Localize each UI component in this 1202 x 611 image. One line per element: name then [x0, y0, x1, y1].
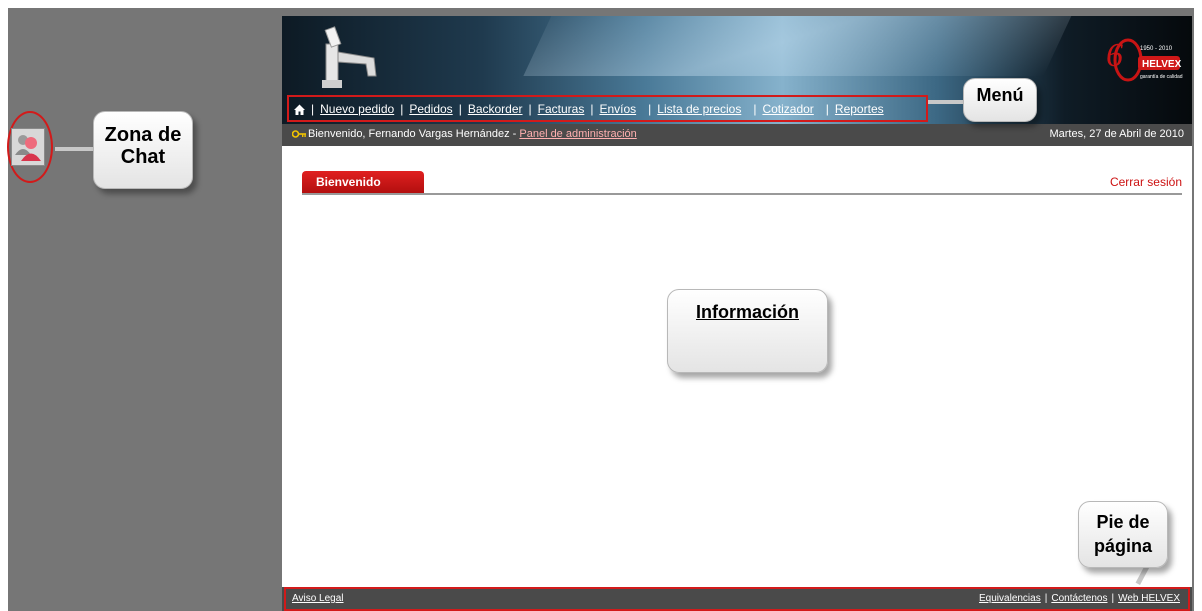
- menu-separator: |: [590, 102, 594, 116]
- tab-divider: [302, 193, 1182, 195]
- callout-pointer: [55, 147, 95, 151]
- menu-item-backorder[interactable]: Backorder: [468, 102, 523, 116]
- menu-item-reportes[interactable]: Reportes: [835, 102, 884, 116]
- header-banner: 6 1950 - 2010 HELVEX garantía de calidad…: [282, 16, 1192, 124]
- faucet-image: [322, 26, 377, 88]
- svg-text:1950 - 2010: 1950 - 2010: [1140, 46, 1173, 52]
- menu-separator: |: [458, 102, 462, 116]
- page-background: Zona de Chat 6 1950 - 2010 HELVEX garant…: [7, 8, 1194, 611]
- callout-menu: Menú: [963, 78, 1037, 122]
- welcome-message: Bienvenido, Fernando Vargas Hernández - …: [308, 128, 637, 140]
- footer-highlight-box: [284, 587, 1190, 611]
- menu-separator: |: [400, 102, 404, 116]
- callout-information: Información: [667, 289, 828, 373]
- tab-bienvenido[interactable]: Bienvenido: [302, 171, 424, 193]
- menu-item-nuevo-pedido[interactable]: Nuevo pedido: [320, 102, 394, 116]
- svg-text:garantía de calidad: garantía de calidad: [1140, 74, 1183, 80]
- svg-text:HELVEX: HELVEX: [1142, 59, 1182, 70]
- menu-item-pedidos[interactable]: Pedidos: [409, 102, 452, 116]
- home-icon[interactable]: [294, 104, 305, 115]
- main-menu: | Nuevo pedido | Pedidos | Backorder | F…: [294, 100, 884, 118]
- menu-separator: |: [528, 102, 532, 116]
- menu-separator: |: [825, 102, 829, 116]
- callout-chat-zone: Zona de Chat: [93, 111, 193, 189]
- welcome-user-text: Bienvenido, Fernando Vargas Hernández -: [308, 128, 520, 140]
- key-icon: [292, 130, 306, 138]
- menu-separator: |: [648, 102, 652, 116]
- helvex-logo: 6 1950 - 2010 HELVEX garantía de calidad: [1106, 37, 1183, 82]
- menu-separator: |: [753, 102, 757, 116]
- admin-panel-link[interactable]: Panel de administración: [519, 128, 636, 140]
- menu-item-facturas[interactable]: Facturas: [538, 102, 585, 116]
- menu-item-lista-de-precios[interactable]: Lista de precios: [657, 102, 741, 116]
- chat-zone: [7, 111, 55, 185]
- menu-separator: |: [311, 102, 315, 116]
- welcome-bar: Bienvenido, Fernando Vargas Hernández - …: [282, 124, 1192, 146]
- current-date: Martes, 27 de Abril de 2010: [1049, 128, 1184, 140]
- chat-button[interactable]: [11, 128, 45, 166]
- menu-item-cotizador[interactable]: Cotizador: [762, 102, 813, 116]
- logout-link[interactable]: Cerrar sesión: [1110, 175, 1182, 189]
- callout-pointer: [928, 100, 964, 104]
- menu-item-envios[interactable]: Envíos: [599, 102, 636, 116]
- callout-footer: Pie de página: [1078, 501, 1168, 568]
- chat-users-icon: [15, 135, 41, 161]
